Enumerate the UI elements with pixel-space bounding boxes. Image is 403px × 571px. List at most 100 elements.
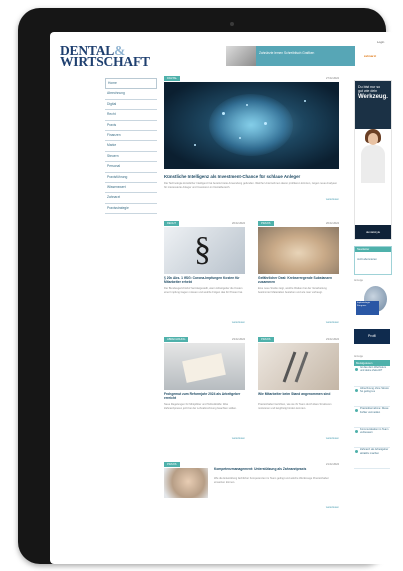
nav-item[interactable]: Marke	[105, 141, 157, 152]
card-date: 23.02.2024	[326, 338, 339, 341]
card-headline[interactable]: Wie Mitarbeiter beim Stand angenommen si…	[258, 392, 339, 397]
dental-tool	[294, 351, 309, 383]
card-body: Der Bundesgerichtshof hat klargestellt, …	[164, 287, 243, 294]
browser-screen: DENTAL& WIRTSCHAFT Login Zahnärzte lerne…	[50, 32, 394, 564]
card-headline[interactable]: Kompetenzmanagement: Unterstützung als Z…	[214, 467, 339, 472]
bullet-icon	[355, 388, 358, 392]
nav-item[interactable]: Steuern	[105, 152, 157, 163]
sidebar-ad-headline: Du bist nur so gut wie dein Werkzeug.	[355, 81, 391, 129]
nav-item[interactable]: Praxisstrategie	[105, 204, 157, 215]
card-image[interactable]	[164, 343, 245, 390]
person-face	[368, 133, 378, 145]
article-card[interactable]: PRAXIS 26.02.2024 Gefährlicher Deal: Kre…	[258, 221, 339, 329]
ad-dark-banner: Profil	[354, 329, 390, 344]
hero-read-more[interactable]: weiterlesen	[326, 198, 339, 201]
nav-item[interactable]: Zahnarzt	[105, 193, 157, 204]
card-image[interactable]	[258, 343, 339, 390]
network-node	[264, 122, 267, 125]
card-read-more[interactable]: weiterlesen	[232, 437, 245, 440]
popular-item[interactable]: Kommunikation im Team verbessern	[354, 428, 390, 449]
tablet-frame: DENTAL& WIRTSCHAFT Login Zahnärzte lerne…	[18, 8, 394, 564]
network-node	[246, 104, 248, 106]
dental-tool	[282, 351, 297, 383]
card-body: Neue Regelungen für Minijobber und Teilz…	[164, 403, 237, 410]
nav-item[interactable]: Recht	[105, 110, 157, 121]
banner-photo	[226, 46, 256, 66]
article-card-wide[interactable]: PRAXIS 21.02.2024 Kompetenzmanagement: U…	[164, 462, 339, 516]
card-headline[interactable]: Gefährlicher Deal: Krebserregende Substa…	[258, 276, 339, 285]
card-headline[interactable]: § 20c Abs. 1 IfSG: Corona-Impfungen Kost…	[164, 276, 245, 285]
card-tag: PRAXIS	[258, 221, 274, 226]
ad-label: Anzeige	[354, 279, 364, 282]
top-login-link[interactable]: Login	[377, 40, 384, 44]
card-body: Praxisinhaber berichten, wie sie ihr Tea…	[258, 403, 332, 410]
newsletter-link[interactable]: Jetzt abonnieren	[355, 252, 391, 267]
card-tag: PRAXIS	[164, 462, 180, 467]
sidebar-ad-line2: gut wie dein	[358, 89, 378, 94]
popular-item-text: Praxisübernahme: Diese Fehler vermeiden	[360, 407, 389, 414]
camera-icon	[230, 22, 234, 26]
newsletter-box: Newsletter Jetzt abonnieren	[354, 246, 392, 275]
card-tag: PRAXIS	[258, 337, 274, 342]
card-read-more[interactable]: weiterlesen	[326, 321, 339, 324]
logo-line2: WIRTSCHAFT	[60, 54, 150, 69]
card-read-more[interactable]: weiterlesen	[232, 321, 245, 324]
hero-tag: DIGITAL	[164, 76, 180, 81]
nav-item[interactable]: Wissenswert	[105, 183, 157, 194]
brain-illustration	[209, 94, 293, 156]
popular-item[interactable]: Zahnarzt als Arbeitgeber attraktiv mache…	[354, 448, 390, 469]
card-date: 26.02.2024	[232, 222, 245, 225]
popular-item-text: Ist das dein Wachstum und deine Zukunft?	[360, 366, 387, 373]
nav-item[interactable]: Praxis	[105, 121, 157, 131]
nav-item[interactable]: Praxisführung	[105, 173, 157, 183]
card-image[interactable]: §	[164, 227, 245, 274]
card-read-more[interactable]: weiterlesen	[326, 506, 339, 509]
article-card[interactable]: ABRECHNUNG 23.02.2024 Frohgemut zum Refo…	[164, 337, 245, 445]
bullet-icon	[355, 429, 358, 433]
banner-text: Zahnärzte lernen Schreibtisch Grafiken	[259, 51, 315, 55]
stamp-paper	[182, 353, 226, 383]
site-logo[interactable]: DENTAL& WIRTSCHAFT	[60, 44, 150, 69]
article-card[interactable]: PRAXIS 23.02.2024 Wie Mitarbeiter beim S…	[258, 337, 339, 445]
nav-item[interactable]: Personal	[105, 162, 157, 173]
network-node	[222, 112, 225, 115]
person-coat	[361, 145, 385, 183]
popular-item[interactable]: Abrechnung ohne Stress: So gelingt es	[354, 387, 390, 408]
article-card[interactable]: RECHT 26.02.2024 § § 20c Abs. 1 IfSG: Co…	[164, 221, 245, 329]
network-node	[239, 137, 241, 139]
dentist-photo	[361, 129, 385, 183]
sidebar-ad-footer: dentalstyle	[355, 225, 391, 239]
card-body: Eine neue Studie zeigt, welche Risiken b…	[258, 287, 327, 294]
card-date: 26.02.2024	[326, 222, 339, 225]
bullet-icon	[355, 450, 358, 454]
hero-image[interactable]	[164, 82, 339, 169]
ad-blue-box: Implantologie Kongress	[356, 301, 379, 315]
card-tag: RECHT	[164, 221, 179, 226]
hero-headline[interactable]: Künstliche Intelligenz als Investment-Ch…	[164, 174, 339, 179]
paragraph-sign-icon: §	[194, 231, 211, 268]
nav-item[interactable]: Digital	[105, 100, 157, 111]
card-headline[interactable]: Frohgemut zum Reformjahr 2024 als Arbeit…	[164, 392, 245, 401]
secondary-ad[interactable]: Anzeige Implantologie Kongress Profil	[354, 279, 390, 345]
top-banner-ad[interactable]: Zahnärzte lernen Schreibtisch Grafiken z…	[226, 46, 385, 66]
nav-item[interactable]: Abrechnung	[105, 89, 157, 100]
hero-body: Die Technologie künstlicher Intelligenz …	[164, 182, 338, 189]
banner-badge: zahnarzt	[355, 46, 385, 66]
sidebar-ad-line1: Du bist nur so	[358, 85, 381, 89]
nav-item[interactable]: Finanzen	[105, 131, 157, 142]
card-read-more[interactable]: weiterlesen	[326, 437, 339, 440]
popular-articles: Anzeige Meistgelesen Ist das dein Wachst…	[354, 355, 390, 482]
card-date: 23.02.2024	[232, 338, 245, 341]
popular-item-text: Abrechnung ohne Stress: So gelingt es	[360, 386, 390, 393]
popular-item[interactable]: Praxisübernahme: Diese Fehler vermeiden	[354, 407, 390, 428]
card-image[interactable]	[258, 227, 339, 274]
hero-article[interactable]: DIGITAL 27.02.2024 Künstliche Intelligen…	[164, 76, 339, 206]
popular-item-text: Zahnarzt als Arbeitgeber attraktiv mache…	[360, 448, 389, 455]
popular-item[interactable]: Ist das dein Wachstum und deine Zukunft?	[354, 366, 390, 387]
nav-item[interactable]: Home	[105, 78, 157, 90]
sidebar-ad[interactable]: Du bist nur so gut wie dein Werkzeug. de…	[354, 80, 392, 240]
card-body: Wie die Entwicklung fachlicher Kompetenz…	[214, 477, 329, 484]
network-node	[304, 100, 306, 102]
card-image[interactable]	[164, 468, 208, 498]
card-tag: ABRECHNUNG	[164, 337, 189, 342]
